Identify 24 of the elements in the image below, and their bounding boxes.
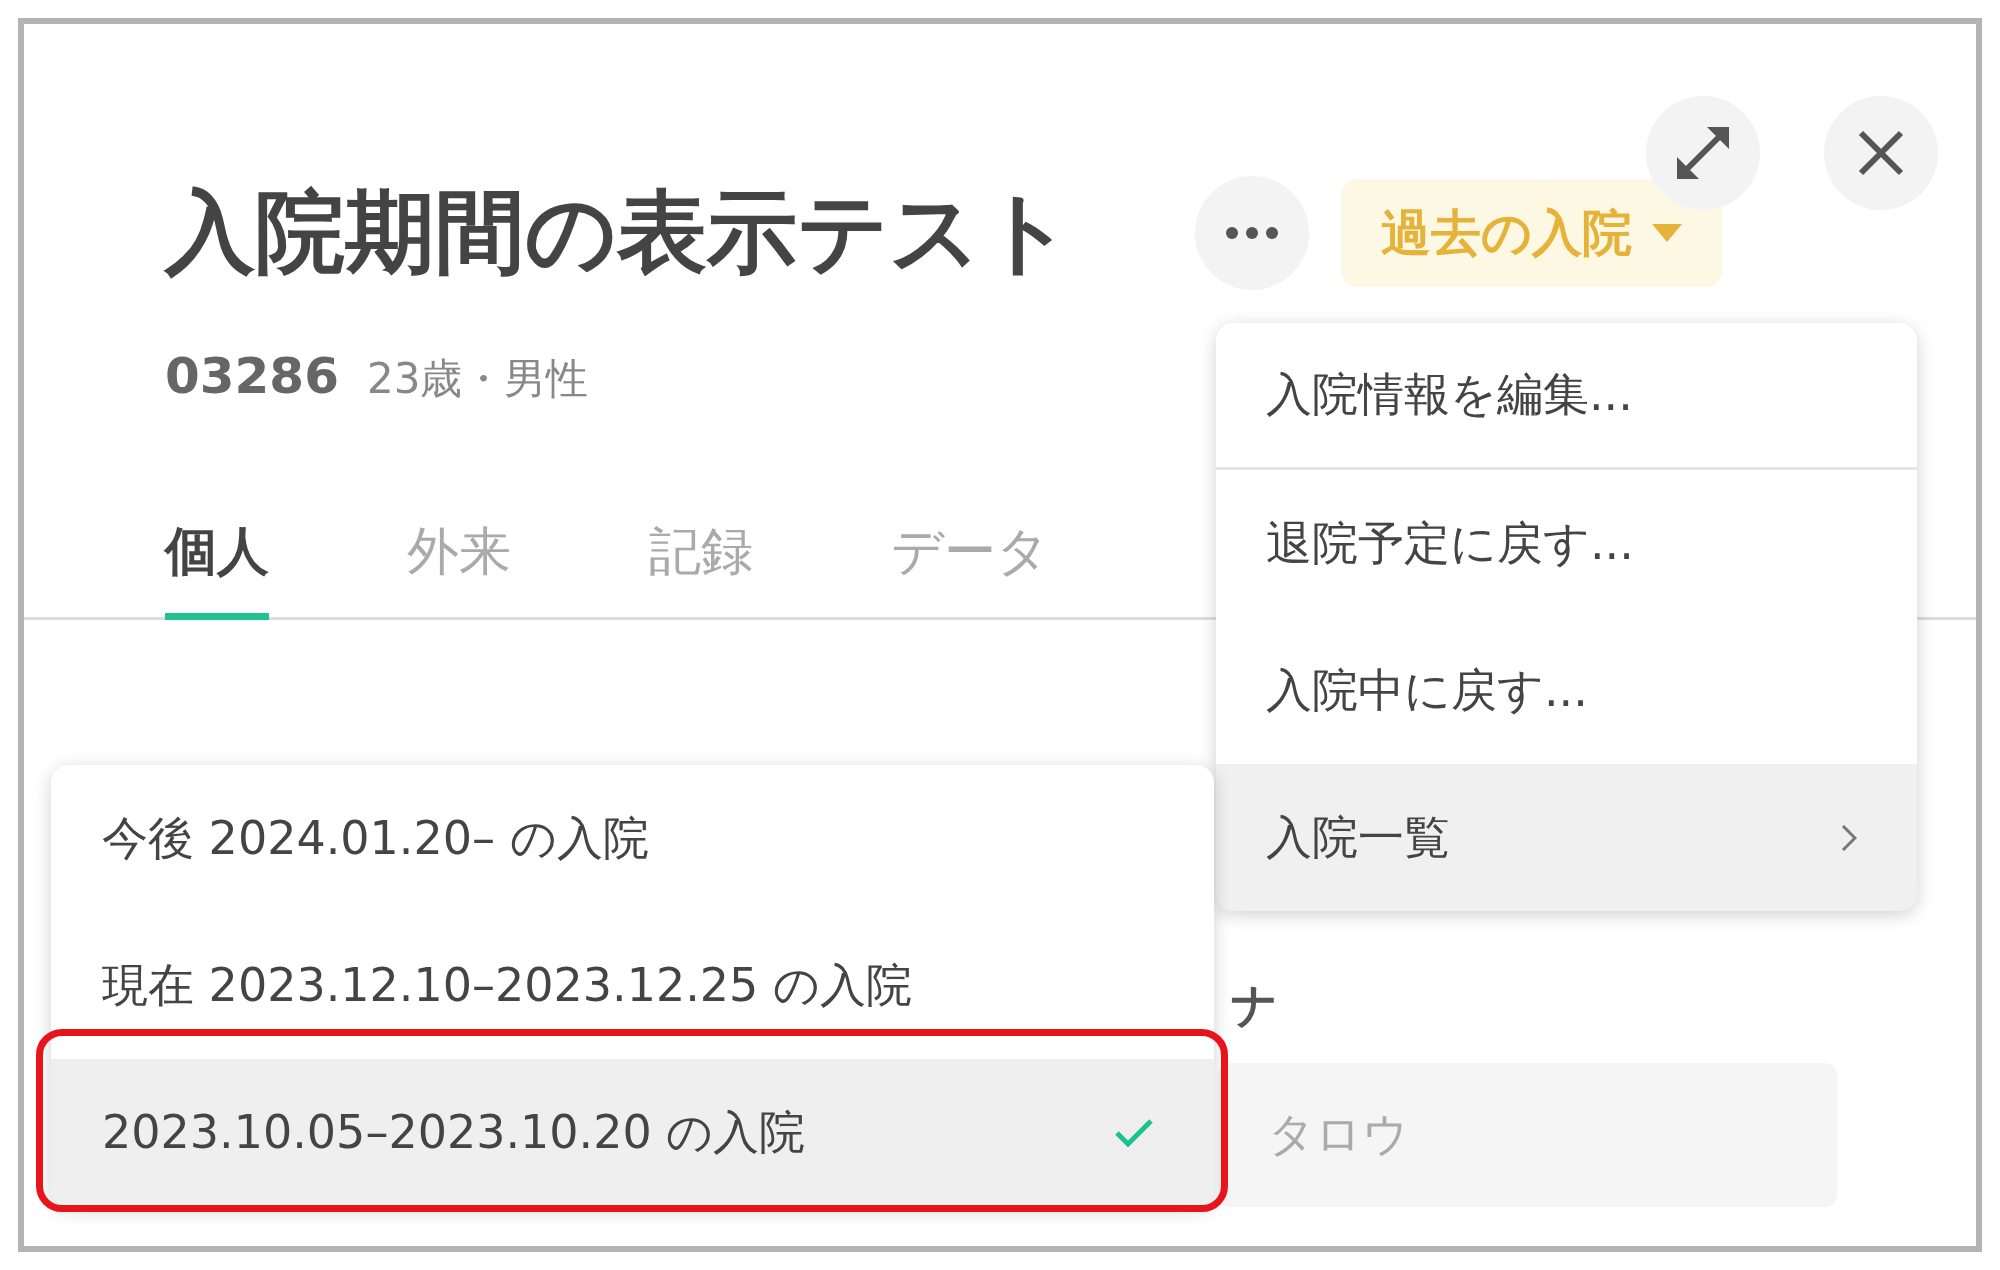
- submenu-item[interactable]: 現在 2023.12.10–2023.12.25 の入院: [51, 912, 1214, 1059]
- menu-item-label: 入院一覧: [1266, 808, 1450, 866]
- close-icon: [1857, 129, 1905, 177]
- check-icon: [1114, 1117, 1154, 1148]
- patient-details: 23歳・男性: [366, 353, 589, 405]
- menu-item-label: 入院情報を編集...: [1266, 366, 1633, 423]
- submenu-item-label: 今後 2024.01.20– の入院: [102, 809, 649, 867]
- submenu-item-label: 現在 2023.12.10–2023.12.25 の入院: [102, 956, 912, 1014]
- menu-item-label: 入院中に戻す...: [1266, 661, 1588, 719]
- submenu-item[interactable]: 2023.10.05–2023.10.20 の入院: [51, 1059, 1214, 1206]
- field-label: ナ: [1231, 977, 1279, 1034]
- tab[interactable]: 個人: [165, 517, 269, 620]
- caret-icon: [1652, 224, 1682, 242]
- patient-title: 入院期間の表示テスト: [165, 178, 1074, 286]
- chevron-right-icon: [1841, 823, 1857, 852]
- menu-item-label: 退院予定に戻す...: [1266, 514, 1634, 572]
- patient-id: 03286: [165, 347, 339, 405]
- menu-item[interactable]: 入院中に戻す...: [1216, 617, 1917, 764]
- submenu-item[interactable]: 今後 2024.01.20– の入院: [51, 765, 1214, 912]
- menu-item[interactable]: 入院一覧: [1216, 764, 1917, 911]
- menu-item[interactable]: 退院予定に戻す...: [1216, 470, 1917, 617]
- submenu-item-label: 2023.10.05–2023.10.20 の入院: [102, 1103, 806, 1161]
- menu-item[interactable]: 入院情報を編集...: [1216, 323, 1917, 470]
- more-icon: [1225, 226, 1279, 240]
